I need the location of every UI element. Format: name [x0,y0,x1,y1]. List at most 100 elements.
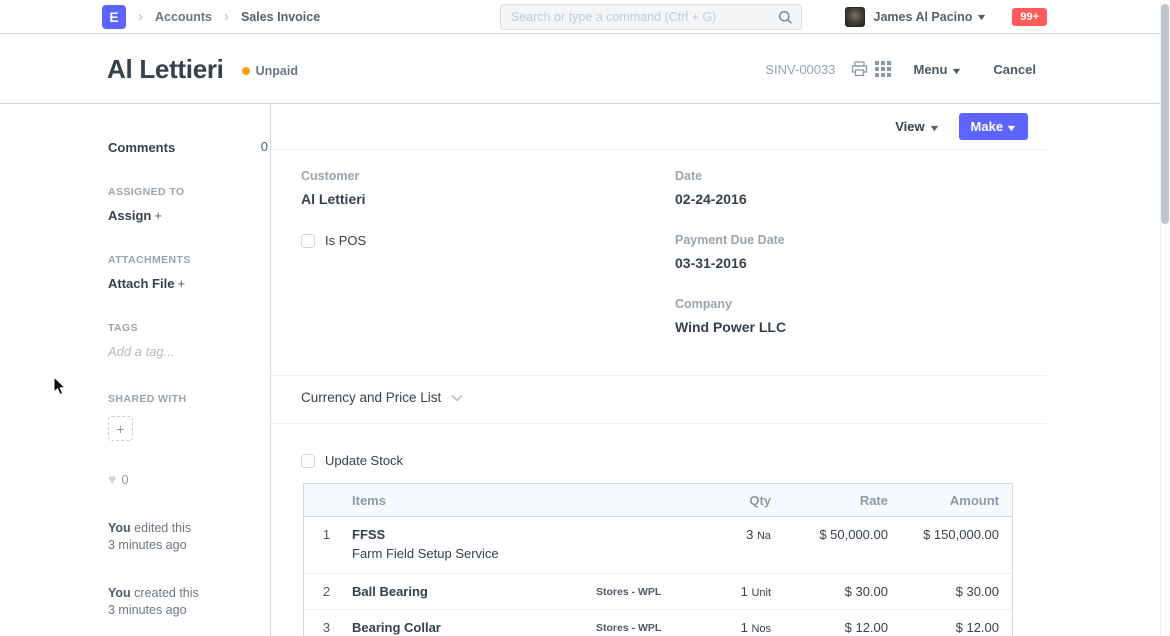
item-rate: $ 12.00 [771,620,888,635]
chevron-down-icon: ▼ [976,12,988,22]
assigned-to-heading: ASSIGNED TO [108,186,185,198]
item-amount: $ 30.00 [888,584,1012,599]
add-share-button[interactable]: + [108,416,133,441]
heart-icon[interactable]: ♥ [108,471,116,487]
breadcrumb: E › Accounts › Sales Invoice [102,0,320,34]
item-uom: Unit [751,587,771,599]
payment-due-date-label: Payment Due Date [675,233,785,247]
customer-value[interactable]: Al Lettieri [301,191,366,207]
chevron-down-icon: ▼ [928,123,940,133]
page-title: Al Lettieri [107,54,224,85]
item-warehouse: Stores - WPL [584,586,696,598]
update-stock-checkbox[interactable] [301,454,315,468]
sidebar-divider [270,104,271,636]
assign-button[interactable]: Assign+ [108,207,162,225]
activity-entry: You edited this 3 minutes ago [108,520,191,554]
item-code: Ball Bearing [352,584,584,599]
app-logo[interactable]: E [102,5,126,29]
scrollbar-thumb[interactable] [1161,4,1169,224]
plus-icon: + [177,276,185,291]
notifications-badge[interactable]: 99+ [1012,8,1047,26]
item-qty: 1 [741,620,748,635]
sidebar-comments[interactable]: Comments 0 [108,139,270,157]
mouse-cursor-icon [53,377,68,403]
item-amount: $ 12.00 [888,620,1012,635]
row-index: 1 [304,527,349,542]
tags-heading: TAGS [108,322,138,334]
status-label: Unpaid [256,64,298,78]
table-row[interactable]: 2 Ball Bearing Stores - WPL 1 Unit $ 30.… [304,574,1012,610]
grid-menu-icon[interactable] [875,61,891,77]
make-button[interactable]: Make▼ [959,113,1028,140]
item-code: Bearing Collar [352,620,584,635]
company-value[interactable]: Wind Power LLC [675,319,786,335]
activity-when: 3 minutes ago [108,602,199,619]
is-pos-checkbox[interactable] [301,234,315,248]
document-id: SINV-00033 [765,62,835,77]
activity-who: You [108,521,131,535]
user-menu[interactable]: James Al Pacino [874,10,973,24]
items-header: Items [349,493,584,508]
item-description: Farm Field Setup Service [352,546,584,561]
items-table-header: Items Qty Rate Amount [304,484,1012,517]
activity-who: You [108,586,131,600]
add-tag-input[interactable]: Add a tag... [108,344,175,359]
section-divider [271,375,1047,376]
search-icon[interactable] [778,10,793,25]
amount-header: Amount [888,493,1012,508]
item-warehouse: Stores - WPL [584,622,696,634]
status-badge: Unpaid [242,64,298,78]
is-pos-field[interactable]: Is POS [301,233,366,248]
item-qty: 1 [741,584,748,599]
shared-with-heading: SHARED WITH [108,393,186,405]
cancel-button[interactable]: Cancel [993,62,1036,77]
view-button[interactable]: View▼ [895,119,938,134]
form-toolbar: View▼ Make▼ [271,104,1047,150]
plus-icon: + [154,208,162,223]
items-table: Items Qty Rate Amount 1 FFSS Farm Field … [303,483,1013,636]
item-uom: Na [757,530,771,542]
currency-section-toggle[interactable]: Currency and Price List [301,390,463,405]
menu-button[interactable]: Menu▼ [913,62,961,77]
rate-header: Rate [771,493,888,508]
date-value[interactable]: 02-24-2016 [675,191,747,207]
update-stock-field[interactable]: Update Stock [301,453,403,468]
chevron-down-icon: ▼ [951,66,963,76]
chevron-right-icon: › [224,9,229,24]
chevron-down-icon [451,394,463,402]
table-row[interactable]: 1 FFSS Farm Field Setup Service 3 Na $ 5… [304,517,1012,574]
company-label: Company [675,297,732,311]
item-rate: $ 50,000.00 [771,527,888,542]
item-qty: 3 [746,527,753,542]
currency-section-label: Currency and Price List [301,390,441,405]
plus-icon: + [116,421,124,437]
activity-when: 3 minutes ago [108,537,191,554]
activity-action: edited this [134,521,191,535]
item-uom: Nos [751,623,771,635]
status-dot-icon [242,67,250,75]
update-stock-label: Update Stock [325,453,403,468]
search-input[interactable] [501,10,778,24]
print-icon[interactable] [851,61,868,77]
likes-count: 0 [121,472,128,487]
activity-entry: You created this 3 minutes ago [108,585,199,619]
top-navbar: E › Accounts › Sales Invoice James Al Pa… [0,0,1170,34]
comments-link[interactable]: Comments [108,140,175,155]
table-row[interactable]: 3 Bearing Collar Stores - WPL 1 Nos $ 12… [304,610,1012,636]
attach-file-button[interactable]: Attach File+ [108,275,185,293]
breadcrumb-accounts[interactable]: Accounts [155,10,212,24]
breadcrumb-sales-invoice[interactable]: Sales Invoice [241,10,320,24]
is-pos-label: Is POS [325,233,366,248]
comments-count: 0 [238,139,268,154]
chevron-down-icon: ▼ [1005,123,1017,133]
scrollbar-track[interactable] [1160,0,1170,636]
row-index: 2 [304,584,349,599]
customer-label: Customer [301,169,359,183]
item-rate: $ 30.00 [771,584,888,599]
navbar-user-area: James Al Pacino ▼ 99+ [845,0,1047,34]
user-avatar[interactable] [845,7,865,27]
date-label: Date [675,169,702,183]
payment-due-date-value[interactable]: 03-31-2016 [675,255,747,271]
attachments-heading: ATTACHMENTS [108,254,191,266]
item-code: FFSS [352,527,584,542]
